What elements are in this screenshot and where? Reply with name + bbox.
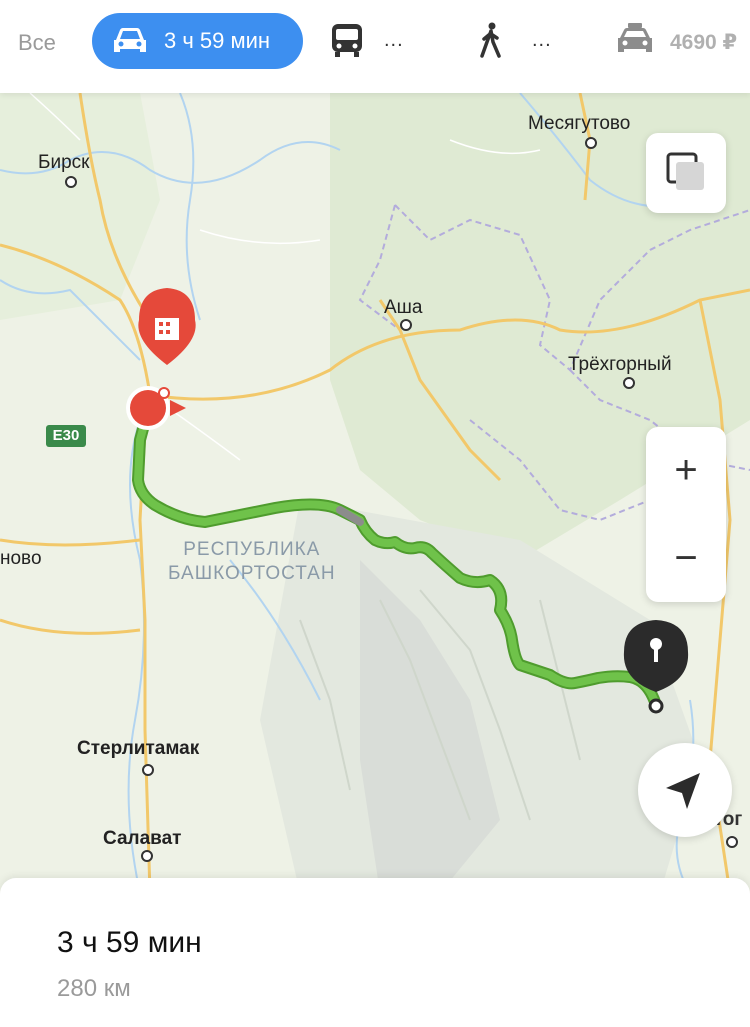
- pedestrian-icon: [480, 22, 501, 58]
- road-badge-e30: E30: [46, 425, 86, 447]
- region-label-line1: РЕСПУБЛИКА: [183, 539, 321, 560]
- city-label-trekhgorny[interactable]: Трёхгорный: [568, 354, 672, 376]
- city-dot-trekhgorny: [623, 377, 635, 389]
- zoom-controls: + −: [646, 427, 726, 602]
- layers-button[interactable]: [646, 133, 726, 213]
- city-dot-asha: [400, 319, 412, 331]
- my-location-button[interactable]: [638, 743, 732, 837]
- taxi-icon: [618, 23, 652, 52]
- route-summary-sheet[interactable]: 3 ч 59 мин 280 км: [0, 878, 750, 1027]
- walk-time-placeholder: ...: [532, 28, 552, 51]
- mode-taxi-tab[interactable]: [614, 22, 656, 56]
- car-icon: [114, 28, 146, 52]
- city-label-salavat[interactable]: Салават: [103, 828, 181, 850]
- city-label-novo[interactable]: ново: [0, 548, 42, 570]
- city-label-mesyagutovo[interactable]: Месягутово: [528, 113, 630, 135]
- route-distance: 280 км: [57, 975, 131, 1002]
- region-label-line2: БАШКОРТОСТАН: [168, 563, 336, 584]
- mode-transit-tab[interactable]: ...: [330, 22, 404, 58]
- city-dot-magnitogorsk: [726, 836, 738, 848]
- transport-mode-bar: Все 3 ч 59 мин ... ... 4690 ₽: [0, 0, 750, 93]
- city-label-asha[interactable]: Аша: [384, 297, 422, 319]
- layers-icon: [666, 152, 704, 190]
- city-dot-birsk: [65, 176, 77, 188]
- city-dot-salavat: [141, 850, 153, 862]
- city-dot-sterlitamak: [142, 764, 154, 776]
- car-travel-time: 3 ч 59 мин: [164, 28, 271, 53]
- mode-walk-tab[interactable]: ...: [478, 22, 552, 58]
- region-label-bashkortostan: РЕСПУБЛИКА БАШКОРТОСТАН: [168, 538, 336, 586]
- location-arrow-icon: [666, 773, 700, 809]
- zoom-in-button[interactable]: +: [646, 427, 726, 514]
- mode-all-tab[interactable]: Все: [18, 30, 56, 56]
- transit-time-placeholder: ...: [384, 28, 404, 51]
- zoom-out-button[interactable]: −: [646, 515, 726, 602]
- city-label-sterlitamak[interactable]: Стерлитамак: [77, 738, 199, 760]
- mode-car-tab[interactable]: 3 ч 59 мин: [92, 13, 303, 69]
- city-dot-mesyagutovo: [585, 137, 597, 149]
- route-duration: 3 ч 59 мин: [57, 926, 202, 959]
- bus-icon: [332, 24, 362, 57]
- taxi-price: 4690 ₽: [670, 31, 738, 54]
- city-label-birsk[interactable]: Бирск: [38, 152, 89, 174]
